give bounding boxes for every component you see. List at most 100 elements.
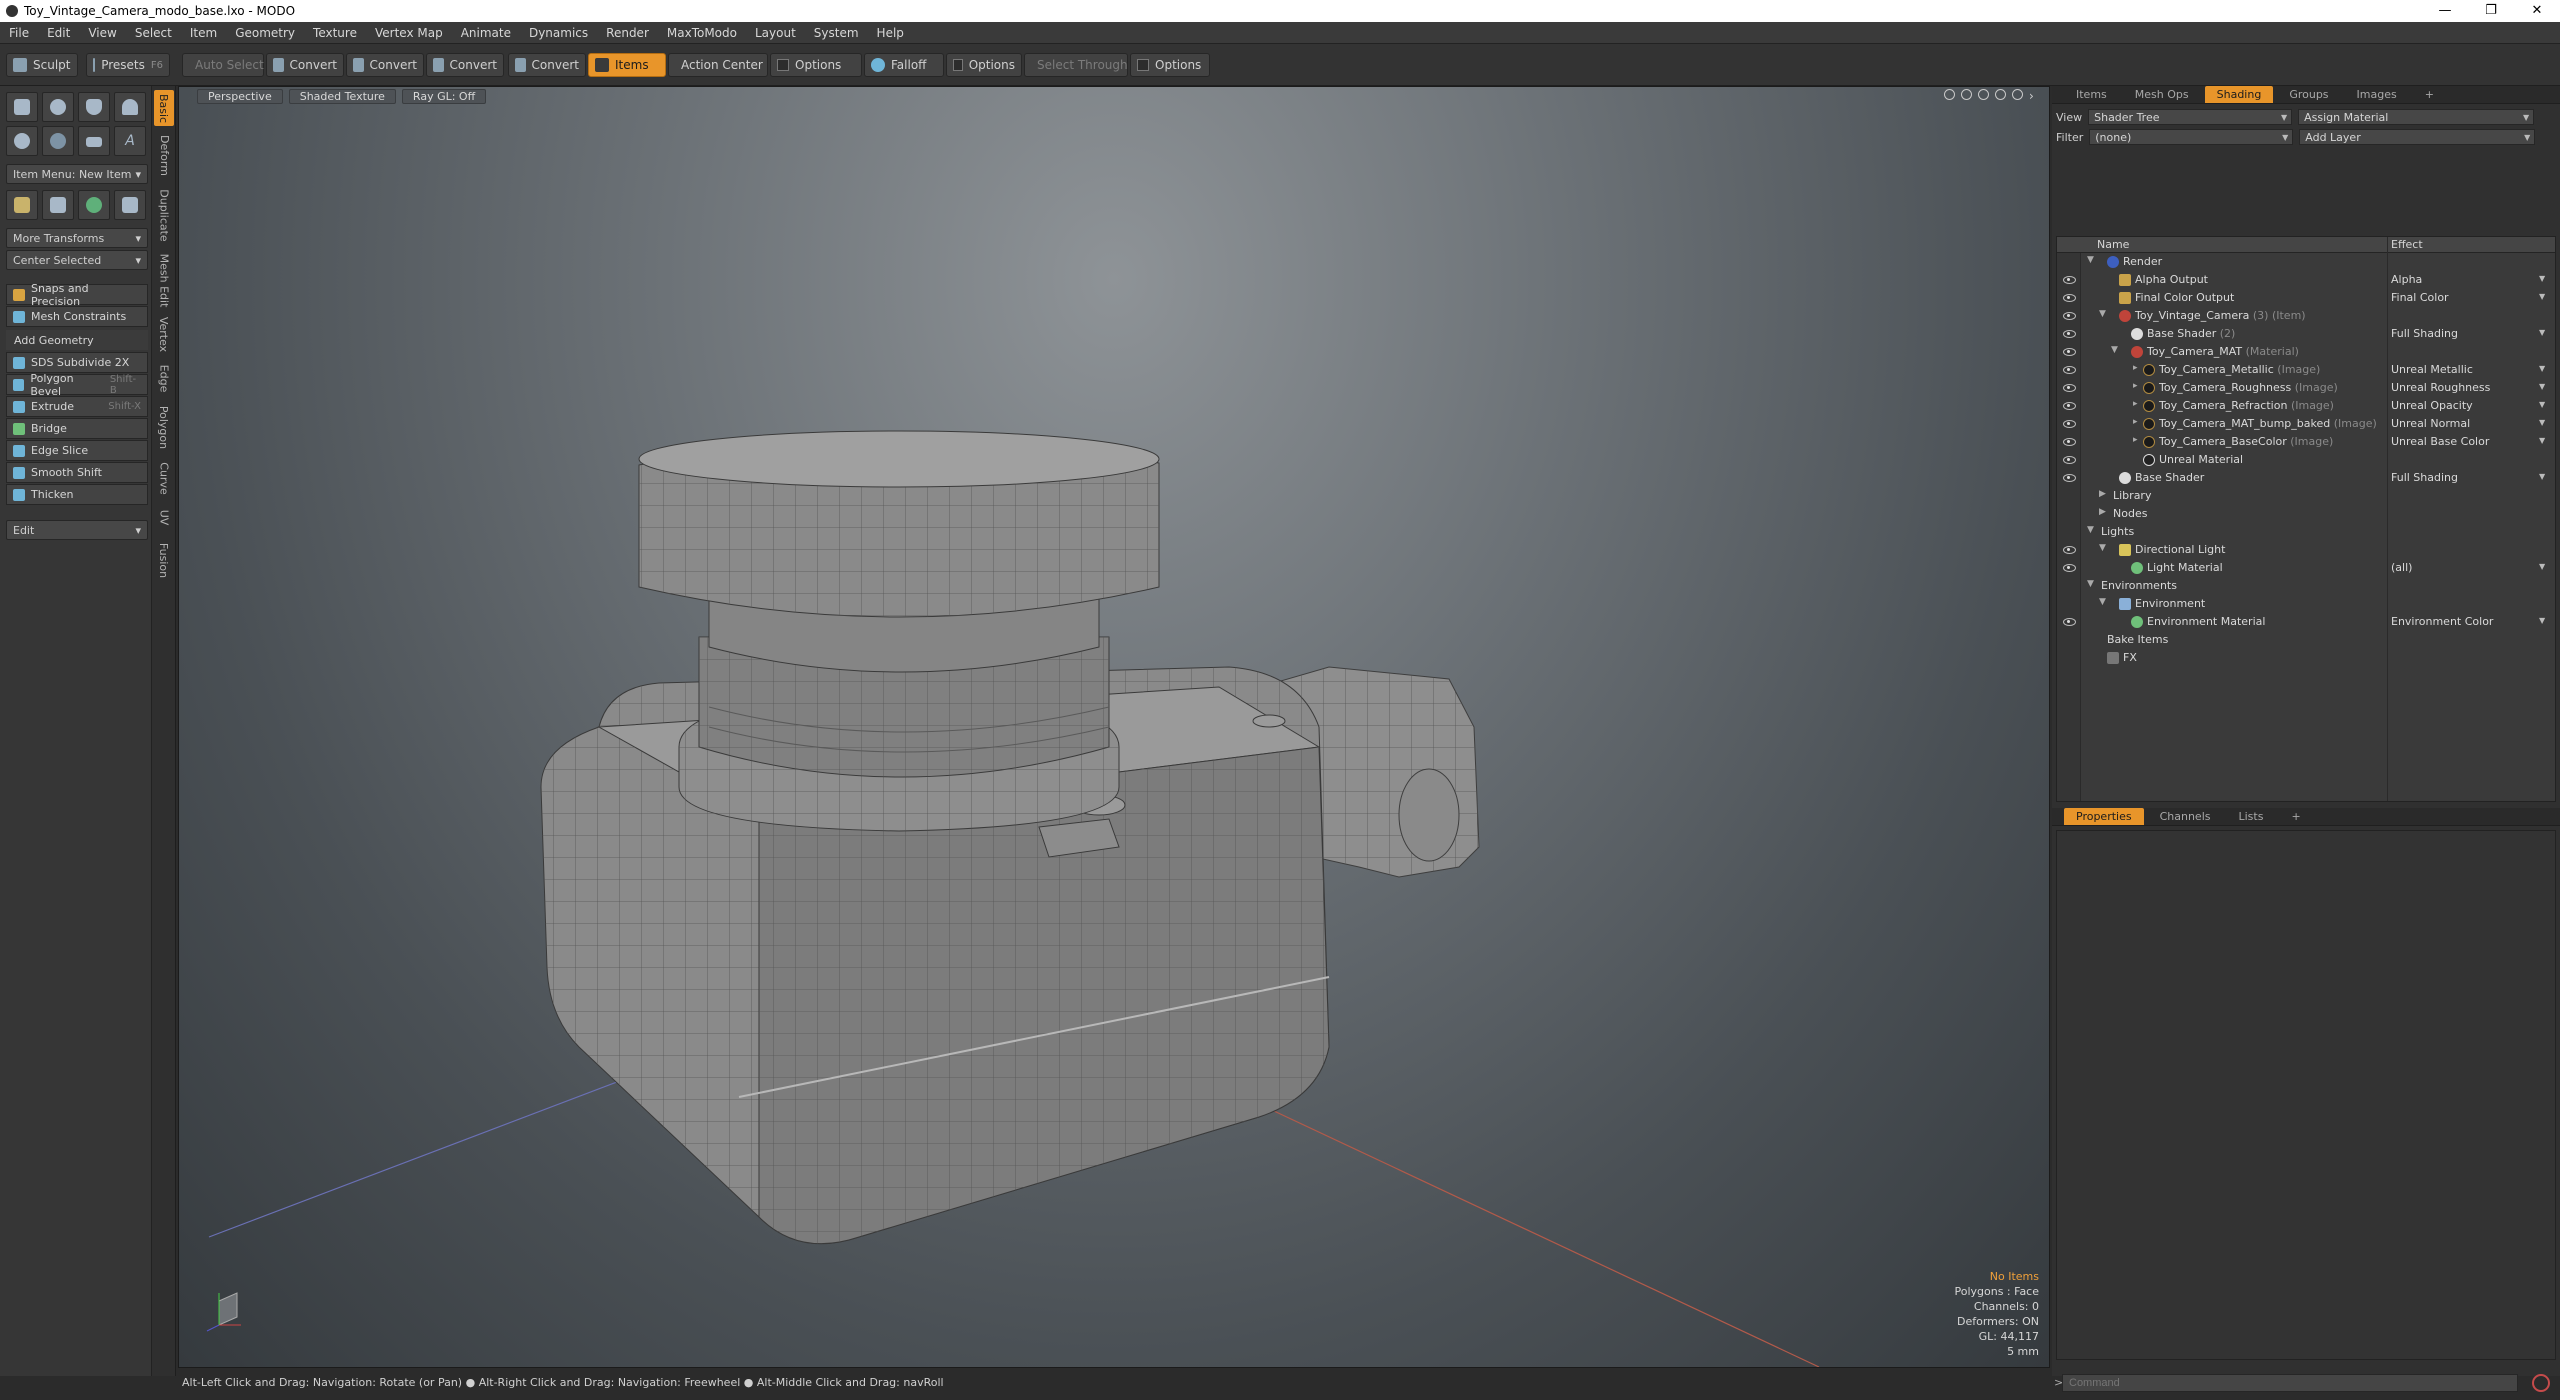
tab-curve[interactable]: Curve	[154, 456, 174, 500]
menu-animate[interactable]: Animate	[452, 26, 520, 40]
eye-icon[interactable]	[2063, 346, 2076, 357]
convert-vertices-button[interactable]: Convert	[266, 53, 344, 77]
tree-row-basecolor[interactable]: ▸ Toy_Camera_BaseColor (Image) Unreal Base…	[2057, 433, 2555, 451]
command-input[interactable]	[2062, 1374, 2518, 1392]
tree-row-unreal-material[interactable]: Unreal Material	[2057, 451, 2555, 469]
bridge-button[interactable]: Bridge	[6, 418, 148, 439]
auto-select-button[interactable]: Auto Select	[182, 53, 264, 77]
tree-row-alpha-output[interactable]: Alpha Output Alpha ▼	[2057, 271, 2555, 289]
name-column-header[interactable]: Name	[2097, 238, 2129, 251]
tree-row-lights[interactable]: ▼ Lights	[2057, 523, 2555, 541]
falloff-button[interactable]: Falloff	[864, 53, 944, 77]
tree-row-bake-items[interactable]: Bake Items	[2057, 631, 2555, 649]
select-through-options[interactable]: Options	[1130, 53, 1210, 77]
add-tab-button[interactable]: +	[2413, 86, 2446, 103]
more-transforms-dropdown[interactable]: More Transforms ▾	[6, 228, 148, 248]
add-tab-button[interactable]: +	[2279, 808, 2312, 825]
menu-select[interactable]: Select	[126, 26, 181, 40]
tab-mesh-edit[interactable]: Mesh Edit	[154, 250, 174, 310]
rotate-view-icon[interactable]	[1961, 89, 1972, 100]
tab-uv[interactable]: UV	[154, 502, 174, 532]
tree-row-fx[interactable]: FX	[2057, 649, 2555, 667]
eye-icon[interactable]	[2063, 454, 2076, 465]
move-icon[interactable]	[6, 190, 38, 220]
action-center-button[interactable]: Action Center	[668, 53, 768, 77]
snaps-precision-button[interactable]: Snaps and Precision	[6, 282, 148, 308]
eye-icon[interactable]	[2063, 616, 2076, 627]
cylinder-icon[interactable]	[78, 92, 110, 122]
maximize-button[interactable]: ❐	[2468, 0, 2514, 22]
edge-slice-button[interactable]: Edge Slice	[6, 440, 148, 461]
add-geometry-header[interactable]: Add Geometry	[6, 330, 148, 350]
tree-row-library[interactable]: ▶ Library	[2057, 487, 2555, 505]
sphere-icon[interactable]	[42, 92, 74, 122]
tab-images[interactable]: Images	[2345, 86, 2409, 103]
tree-row-refraction[interactable]: ▸ Toy_Camera_Refraction (Image) Unreal Opa…	[2057, 397, 2555, 415]
menu-dynamics[interactable]: Dynamics	[520, 26, 597, 40]
tab-groups[interactable]: Groups	[2277, 86, 2340, 103]
menu-vertex-map[interactable]: Vertex Map	[366, 26, 452, 40]
items-mode-button[interactable]: Items	[588, 53, 666, 77]
grid-icon[interactable]	[42, 190, 74, 220]
tab-edge[interactable]: Edge	[154, 358, 174, 398]
eye-icon[interactable]	[2063, 436, 2076, 447]
sds-subdivide-button[interactable]: SDS Subdivide 2X	[6, 352, 148, 373]
eye-icon[interactable]	[2063, 328, 2076, 339]
tab-deform[interactable]: Deform	[154, 130, 174, 180]
3d-viewport[interactable]: Perspective Shaded Texture Ray GL: Off ›…	[178, 86, 2050, 1368]
text-icon[interactable]: A	[114, 126, 146, 156]
tree-row-base-shader[interactable]: Base Shader Full Shading ▼	[2057, 469, 2555, 487]
tab-properties[interactable]: Properties	[2064, 808, 2144, 825]
perspective-icon[interactable]	[114, 190, 146, 220]
tree-row-base-shader-2[interactable]: Base Shader (2) Full Shading ▼	[2057, 325, 2555, 343]
menu-render[interactable]: Render	[597, 26, 658, 40]
tree-row-toy-camera-mat[interactable]: ▼ Toy_Camera_MAT (Material)	[2057, 343, 2555, 361]
eye-icon[interactable]	[2063, 544, 2076, 555]
eye-icon[interactable]	[2063, 274, 2076, 285]
chevron-right-icon[interactable]: ›	[2029, 89, 2037, 103]
cone-icon[interactable]	[114, 92, 146, 122]
presets-button[interactable]: Presets F6	[86, 53, 170, 77]
tab-basic[interactable]: Basic	[154, 90, 174, 126]
convert-edges-button[interactable]: Convert	[346, 53, 424, 77]
assign-material-dropdown[interactable]: Assign Material	[2298, 109, 2535, 125]
tab-shading[interactable]: Shading	[2204, 86, 2274, 103]
center-selected-dropdown[interactable]: Center Selected ▾	[6, 250, 148, 270]
shading-mode-dropdown[interactable]: Shaded Texture	[288, 88, 396, 104]
brush-view-icon[interactable]	[1995, 89, 2006, 100]
command-history-button[interactable]	[2532, 1374, 2550, 1392]
action-center-options[interactable]: Options	[770, 53, 862, 77]
edit-dropdown[interactable]: Edit ▾	[6, 520, 148, 540]
filter-dropdown[interactable]: (none)	[2089, 129, 2294, 145]
tree-row-environments[interactable]: ▼ Environments	[2057, 577, 2555, 595]
item-menu-dropdown[interactable]: Item Menu: New Item ▾	[6, 164, 148, 184]
eye-icon[interactable]	[2063, 562, 2076, 573]
globe-icon[interactable]	[78, 190, 110, 220]
menu-texture[interactable]: Texture	[304, 26, 366, 40]
gear-icon[interactable]	[2012, 89, 2023, 100]
plane-icon[interactable]	[78, 126, 110, 156]
tree-row-environment[interactable]: ▼ Environment	[2057, 595, 2555, 613]
tab-duplicate[interactable]: Duplicate	[154, 182, 174, 248]
extrude-button[interactable]: Extrude Shift-X	[6, 396, 148, 417]
menu-edit[interactable]: Edit	[38, 26, 79, 40]
tree-row-environment-material[interactable]: Environment Material Environment Color ▼	[2057, 613, 2555, 631]
menu-maxtomodo[interactable]: MaxToModo	[658, 26, 746, 40]
eye-icon[interactable]	[2063, 292, 2076, 303]
convert-polygons-button[interactable]: Convert	[426, 53, 504, 77]
menu-system[interactable]: System	[805, 26, 868, 40]
add-layer-dropdown[interactable]: Add Layer	[2299, 129, 2536, 145]
eye-icon[interactable]	[2063, 400, 2076, 411]
eye-icon[interactable]	[2063, 418, 2076, 429]
menu-layout[interactable]: Layout	[746, 26, 805, 40]
tree-row-directional-light[interactable]: ▼ Directional Light	[2057, 541, 2555, 559]
menu-help[interactable]: Help	[868, 26, 913, 40]
menu-view[interactable]: View	[79, 26, 125, 40]
tab-fusion[interactable]: Fusion	[154, 536, 174, 584]
tree-row-metallic[interactable]: ▸ Toy_Camera_Metallic (Image) Unreal Metal…	[2057, 361, 2555, 379]
tab-mesh-ops[interactable]: Mesh Ops	[2123, 86, 2201, 103]
thicken-button[interactable]: Thicken	[6, 484, 148, 505]
view-type-dropdown[interactable]: Perspective	[197, 88, 283, 104]
tab-lists[interactable]: Lists	[2227, 808, 2276, 825]
mesh-constraints-button[interactable]: Mesh Constraints	[6, 306, 148, 327]
